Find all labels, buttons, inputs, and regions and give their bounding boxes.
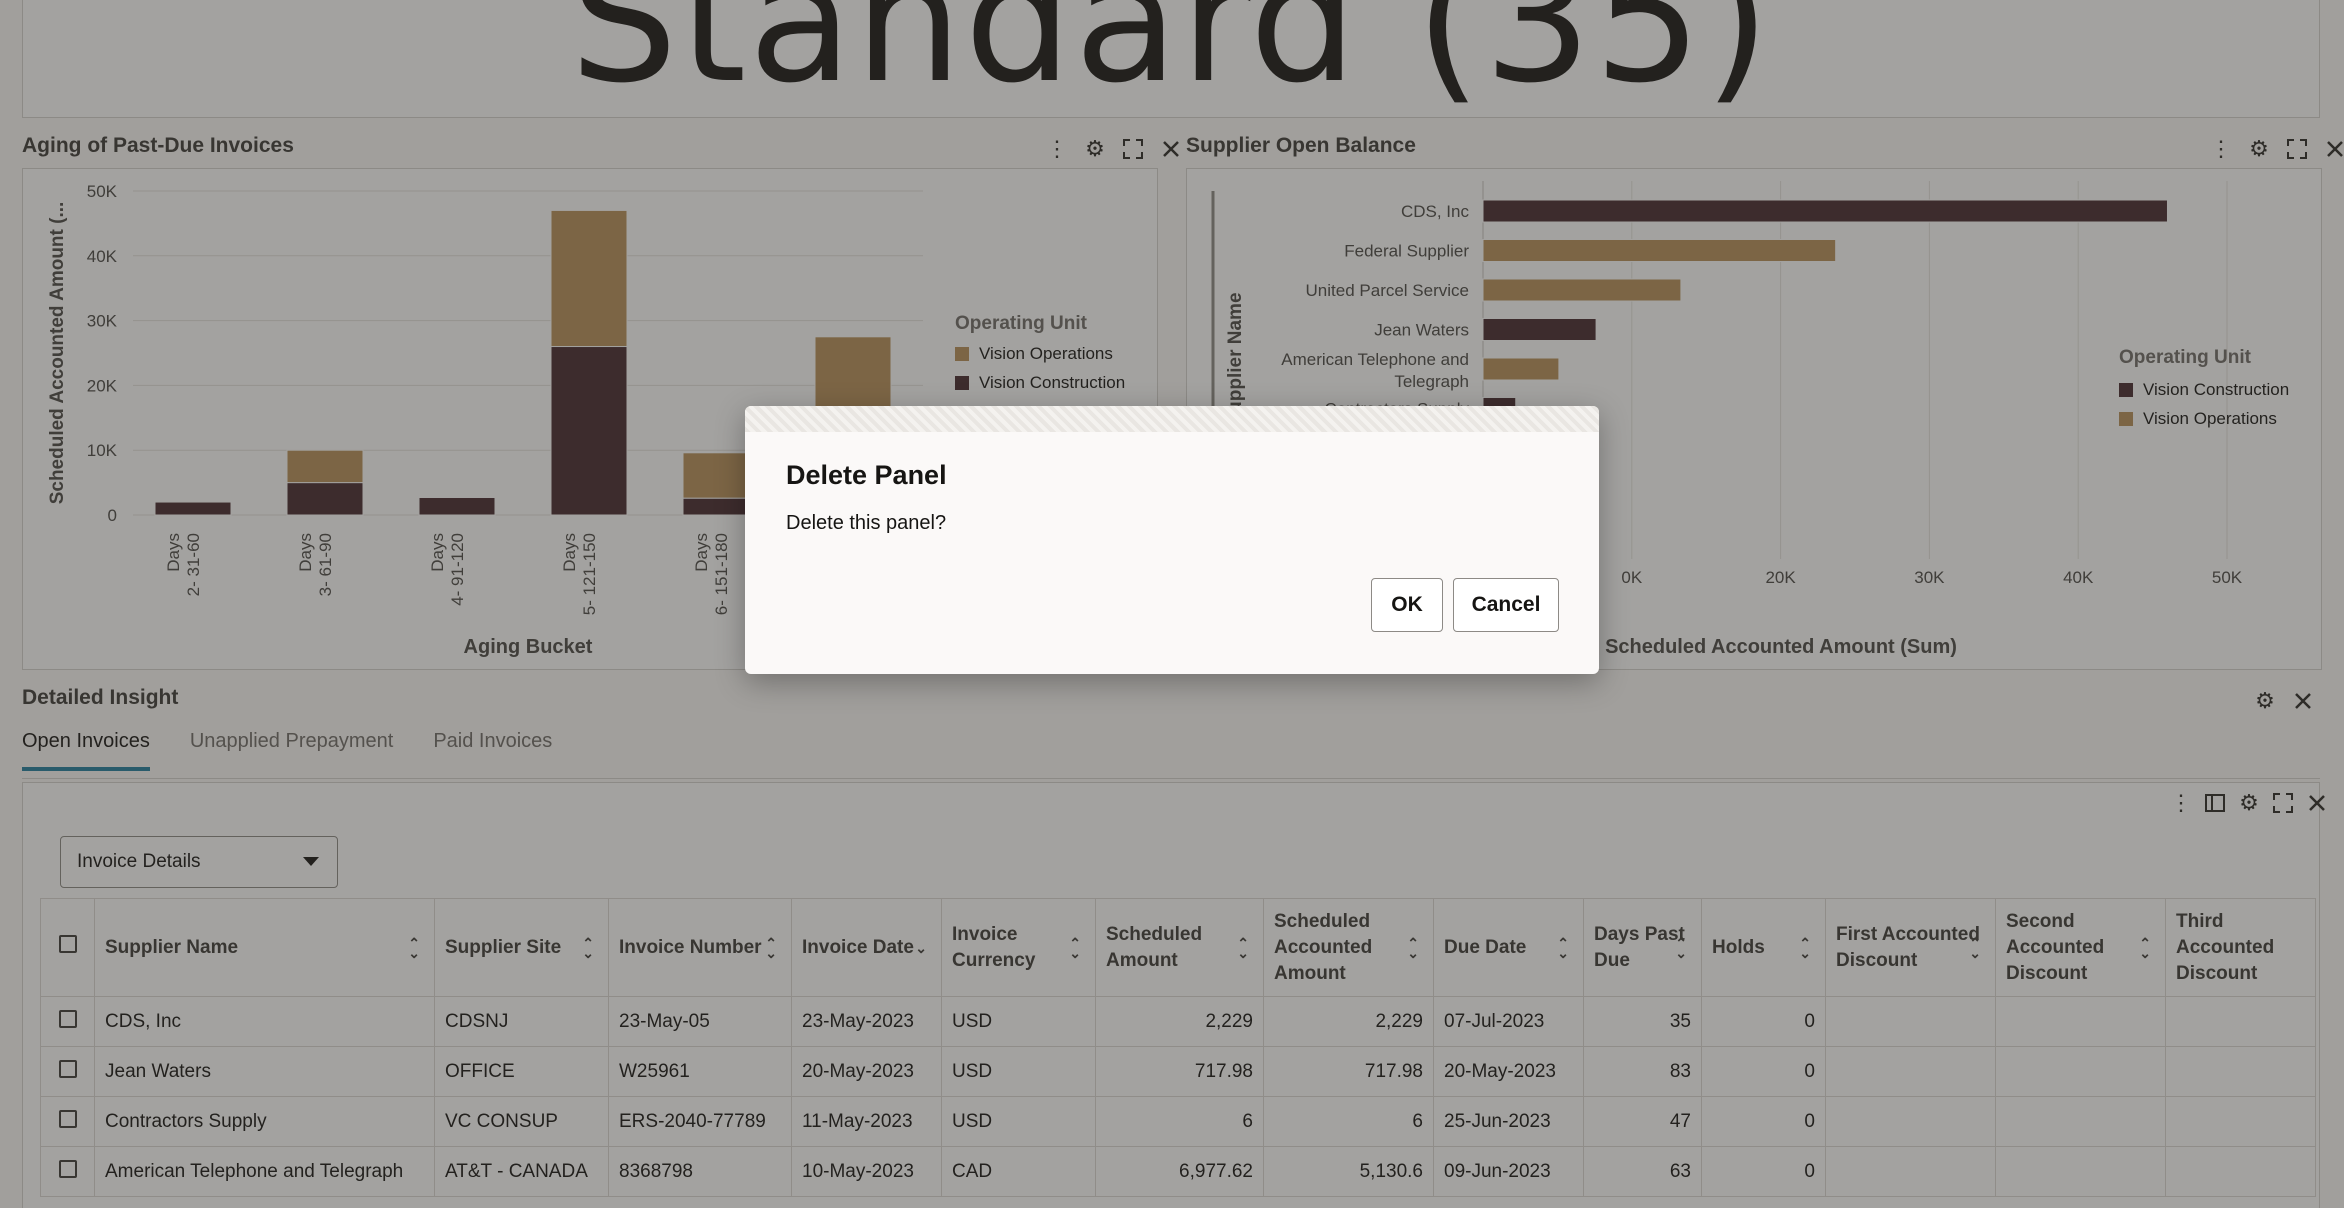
dialog-title: Delete Panel: [786, 460, 947, 490]
cancel-button[interactable]: Cancel: [1453, 578, 1559, 632]
ok-button[interactable]: OK: [1371, 578, 1443, 632]
dialog-drag-handle[interactable]: [745, 406, 1599, 432]
dialog-message: Delete this panel?: [786, 512, 947, 534]
delete-panel-dialog: Delete Panel Delete this panel? OK Cance…: [745, 406, 1599, 674]
